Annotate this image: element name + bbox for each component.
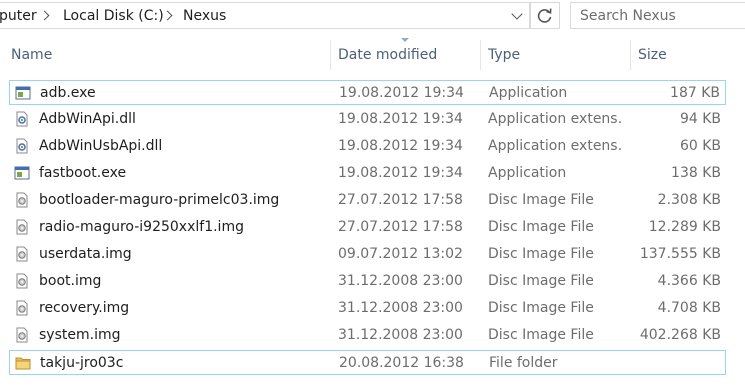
file-row[interactable]: AdbWinApi.dll 19.08.2012 19:34 Applicati… [9, 107, 726, 132]
refresh-button[interactable] [530, 2, 560, 29]
file-size: 187 KB [670, 85, 720, 101]
column-header-type[interactable]: Type [481, 40, 630, 70]
disc-image-icon [14, 273, 30, 289]
column-header-size[interactable]: Size [631, 40, 741, 70]
file-date: 31.12.2008 23:00 [338, 300, 463, 316]
file-type: Application extens… [488, 138, 621, 154]
file-type: Application [489, 85, 568, 101]
address-bar[interactable]: puter Local Disk (C:) Nexus [0, 2, 530, 29]
search-input[interactable] [571, 3, 745, 28]
file-size: 12.289 KB [648, 219, 721, 235]
file-name: radio-maguro-i9250xxlf1.img [39, 219, 244, 235]
file-type: Application extens… [488, 111, 621, 127]
file-name: AdbWinApi.dll [39, 111, 136, 127]
disc-image-icon [14, 192, 30, 208]
column-header-size-label: Size [638, 47, 667, 63]
file-name: recovery.img [39, 300, 130, 316]
chevron-right-icon[interactable] [162, 10, 173, 21]
breadcrumb-local-disk[interactable]: Local Disk (C:) [63, 8, 164, 24]
dll-icon [14, 111, 30, 127]
file-name: system.img [39, 327, 121, 343]
file-date: 19.08.2012 19:34 [339, 85, 464, 101]
file-size: 2.308 KB [657, 192, 721, 208]
breadcrumb-computer[interactable]: puter [0, 8, 37, 24]
file-size: 4.708 KB [657, 300, 721, 316]
file-size: 402.268 KB [639, 327, 721, 343]
file-name: userdata.img [39, 246, 132, 262]
file-size: 4.366 KB [657, 273, 721, 289]
file-name: boot.img [39, 273, 102, 289]
column-header-name[interactable]: Name [0, 40, 330, 70]
disc-image-icon [14, 327, 30, 343]
file-date: 27.07.2012 17:58 [338, 219, 463, 235]
column-header-type-label: Type [488, 47, 521, 63]
file-date: 19.08.2012 19:34 [338, 111, 463, 127]
file-name: fastboot.exe [39, 165, 127, 181]
application-icon [15, 85, 31, 101]
file-type: Disc Image File [488, 219, 594, 235]
file-name: adb.exe [40, 85, 96, 101]
disc-image-icon [14, 219, 30, 235]
file-size: 138 KB [671, 165, 721, 181]
column-header-date[interactable]: Date modified [331, 40, 480, 70]
disc-image-icon [14, 246, 30, 262]
file-type: File folder [489, 355, 558, 371]
file-row[interactable]: userdata.img 09.07.2012 13:02 Disc Image… [9, 242, 726, 267]
file-date: 19.08.2012 19:34 [338, 165, 463, 181]
file-type: Disc Image File [488, 327, 594, 343]
column-header-date-label: Date modified [338, 47, 438, 63]
file-row[interactable]: boot.img 31.12.2008 23:00 Disc Image Fil… [9, 269, 726, 294]
folder-icon [15, 355, 31, 371]
file-type: Disc Image File [488, 192, 594, 208]
file-date: 19.08.2012 19:34 [338, 138, 463, 154]
file-row[interactable]: adb.exe 19.08.2012 19:34 Application 187… [9, 80, 726, 105]
file-date: 31.12.2008 23:00 [338, 273, 463, 289]
file-row[interactable]: radio-maguro-i9250xxlf1.img 27.07.2012 1… [9, 215, 726, 240]
file-name: bootloader-maguro-primelc03.img [39, 192, 280, 208]
file-size: 137.555 KB [639, 246, 721, 262]
disc-image-icon [14, 300, 30, 316]
file-row[interactable]: recovery.img 31.12.2008 23:00 Disc Image… [9, 296, 726, 321]
file-size: 60 KB [679, 138, 721, 154]
file-type: Disc Image File [488, 246, 594, 262]
folder-row[interactable]: takju-jro03c 20.08.2012 16:38 File folde… [9, 350, 726, 375]
file-date: 27.07.2012 17:58 [338, 192, 463, 208]
file-type: Disc Image File [488, 300, 594, 316]
file-date: 20.08.2012 16:38 [339, 355, 464, 371]
breadcrumb-nexus[interactable]: Nexus [183, 8, 226, 24]
search-box[interactable] [570, 2, 745, 29]
column-header-name-label: Name [11, 47, 53, 63]
chevron-down-icon[interactable] [511, 8, 523, 20]
file-row[interactable]: system.img 31.12.2008 23:00 Disc Image F… [9, 323, 726, 348]
file-row[interactable]: fastboot.exe 19.08.2012 19:34 Applicatio… [9, 161, 726, 186]
application-icon [14, 165, 30, 181]
file-row[interactable]: AdbWinUsbApi.dll 19.08.2012 19:34 Applic… [9, 134, 726, 159]
file-name: takju-jro03c [40, 355, 124, 371]
dll-icon [14, 138, 30, 154]
file-date: 31.12.2008 23:00 [338, 327, 463, 343]
refresh-icon [537, 8, 552, 23]
chevron-right-icon[interactable] [39, 10, 50, 21]
file-date: 09.07.2012 13:02 [338, 246, 463, 262]
file-name: AdbWinUsbApi.dll [39, 138, 163, 154]
file-type: Disc Image File [488, 273, 594, 289]
file-type: Application [488, 165, 567, 181]
file-size: 94 KB [679, 111, 721, 127]
file-row[interactable]: bootloader-maguro-primelc03.img 27.07.20… [9, 188, 726, 213]
